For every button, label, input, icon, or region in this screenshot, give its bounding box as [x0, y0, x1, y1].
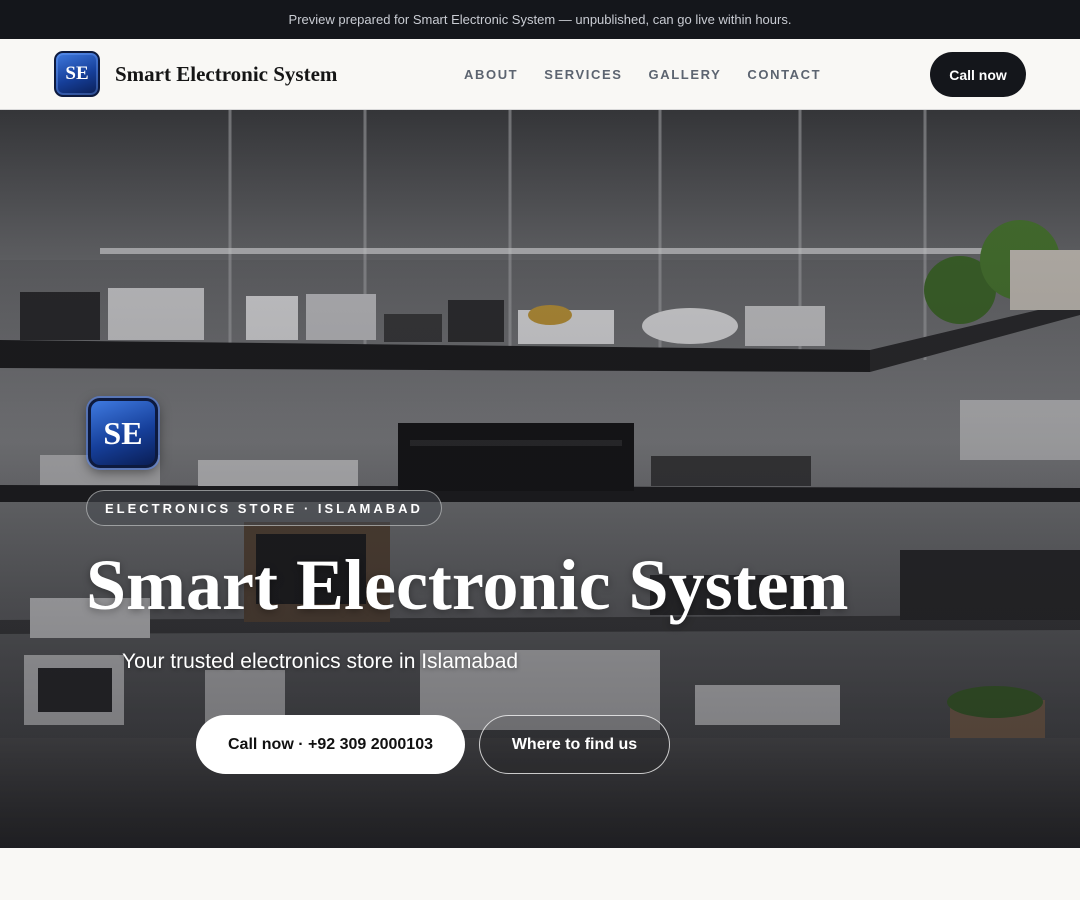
hero-subtitle: Your trusted electronics store in Islama… — [122, 650, 519, 673]
call-phone-button[interactable]: Call now · +92 309 2000103 — [196, 715, 465, 774]
hero-section: SE ELECTRONICS STORE · ISLAMABAD Smart E… — [0, 110, 1080, 848]
brand-logo[interactable]: SE — [54, 51, 100, 97]
hero-eyebrow-badge: ELECTRONICS STORE · ISLAMABAD — [86, 490, 442, 526]
next-section — [0, 848, 1080, 900]
site-header: SE Smart Electronic System ABOUT SERVICE… — [0, 39, 1080, 110]
hero-logo: SE — [88, 398, 158, 468]
hero-title: Smart Electronic System — [86, 545, 849, 625]
nav-link-contact[interactable]: CONTACT — [747, 67, 821, 82]
call-now-button[interactable]: Call now — [930, 52, 1026, 97]
nav-link-services[interactable]: SERVICES — [544, 67, 622, 82]
brand[interactable]: SE Smart Electronic System — [54, 51, 337, 97]
brand-name[interactable]: Smart Electronic System — [115, 62, 337, 87]
find-us-button[interactable]: Where to find us — [479, 715, 670, 774]
nav-link-gallery[interactable]: GALLERY — [649, 67, 722, 82]
main-nav: ABOUT SERVICES GALLERY CONTACT — [464, 39, 821, 109]
nav-link-about[interactable]: ABOUT — [464, 67, 518, 82]
preview-banner: Preview prepared for Smart Electronic Sy… — [0, 0, 1080, 39]
preview-banner-text: Preview prepared for Smart Electronic Sy… — [288, 12, 792, 27]
